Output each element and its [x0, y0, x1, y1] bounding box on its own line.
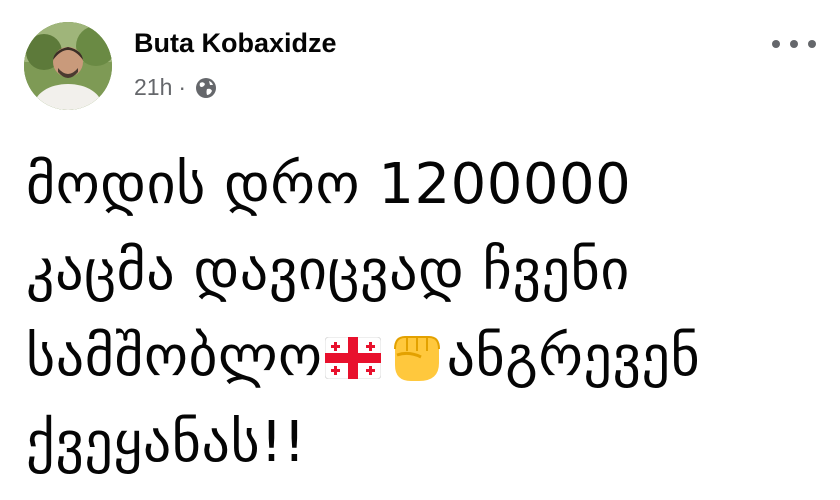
more-dots-icon — [790, 40, 798, 48]
georgia-flag-emoji — [324, 337, 381, 379]
more-options-button[interactable] — [772, 32, 816, 56]
post-text-segment: სამშობლო — [26, 324, 323, 389]
post-text-line: ქვეყანას!! — [26, 410, 307, 475]
author-name[interactable]: Buta Kobaxidze — [134, 28, 337, 59]
post-text-line: სამშობლო ანგრევენ — [26, 314, 826, 400]
raised-fist-emoji — [393, 336, 440, 381]
post-header: Buta Kobaxidze 21h · — [24, 22, 816, 114]
post-text: მოდის დრო 1200000 კაცმა დავიცვად ჩვენი ს… — [26, 142, 826, 486]
post-text-line: მოდის დრო 1200000 — [26, 152, 632, 217]
more-dots-icon — [808, 40, 816, 48]
post-text-segment: ანგრევენ — [446, 324, 701, 389]
more-dots-icon — [772, 40, 780, 48]
avatar-photo — [24, 22, 112, 110]
post-text-line: კაცმა დავიცვად ჩვენი — [26, 238, 630, 303]
meta-separator: · — [178, 74, 187, 100]
avatar[interactable] — [24, 22, 112, 110]
globe-icon[interactable] — [194, 76, 218, 100]
post-meta: 21h · — [134, 74, 218, 101]
post-time[interactable]: 21h — [134, 74, 172, 101]
